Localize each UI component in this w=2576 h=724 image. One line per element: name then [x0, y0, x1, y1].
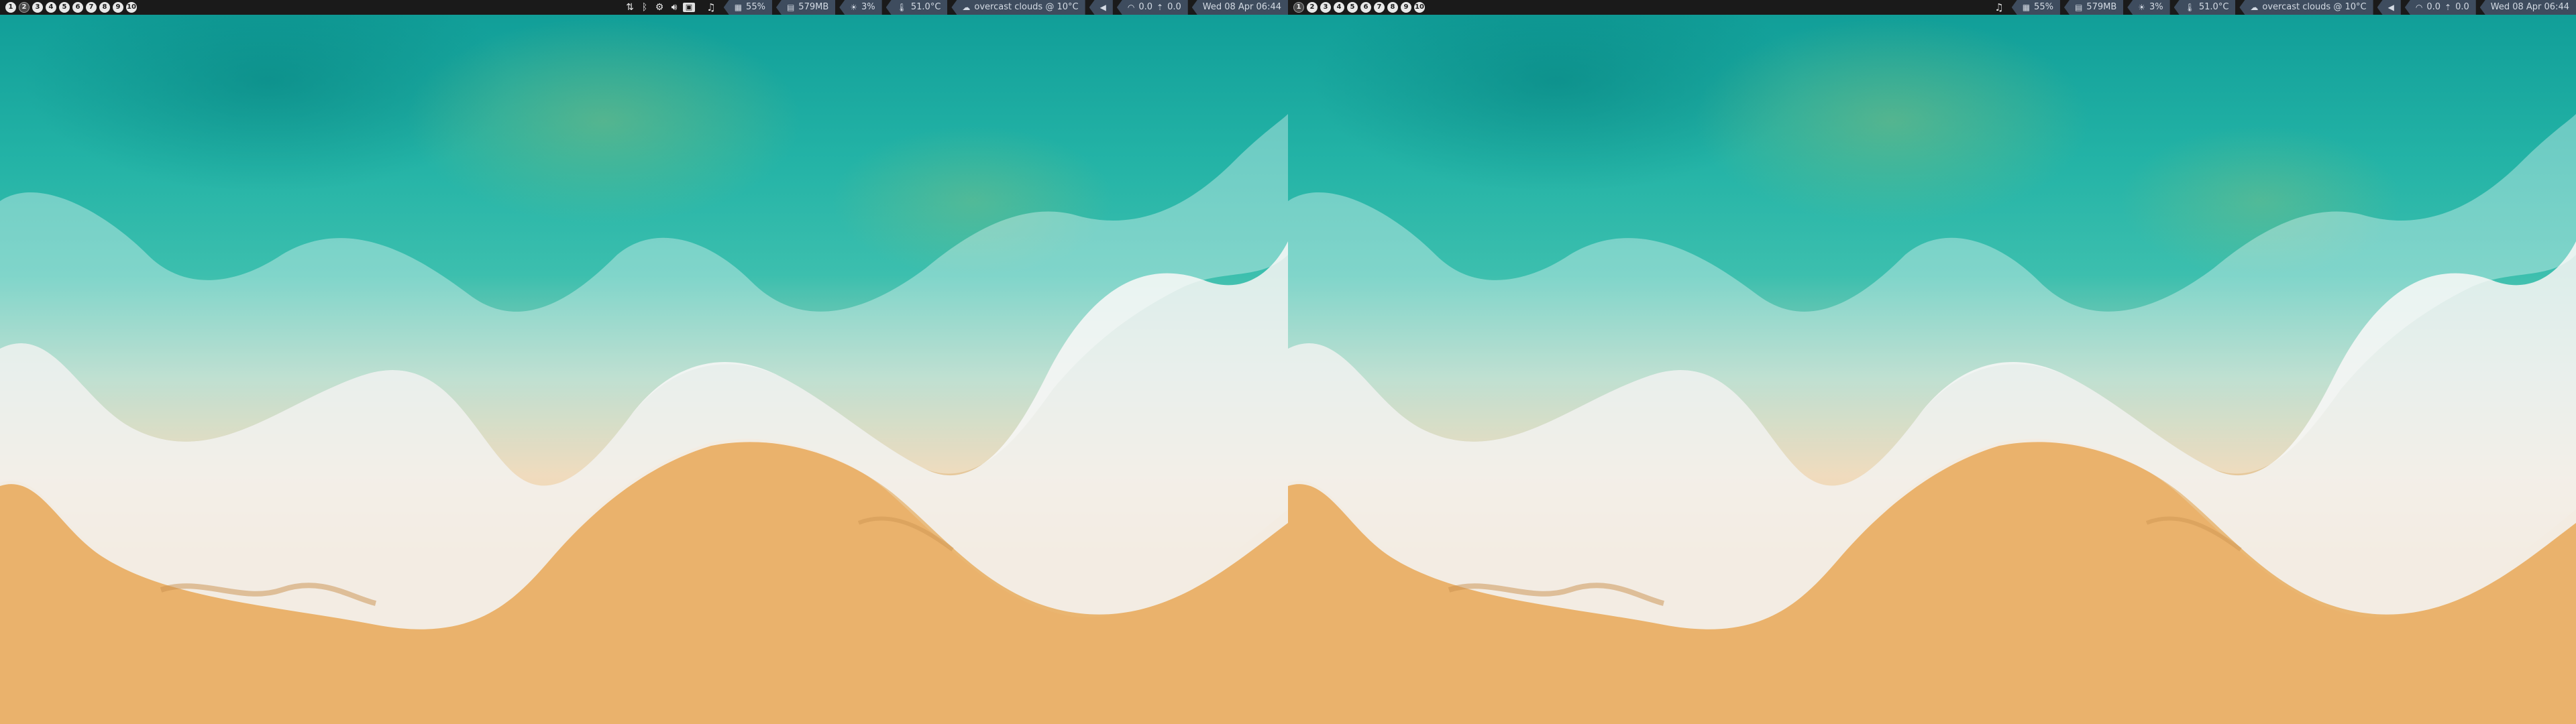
bluetooth-icon[interactable]: ᛒ	[639, 1, 651, 13]
workspace-button-3[interactable]: 3	[1320, 2, 1331, 13]
wifi-icon: ◠	[2415, 3, 2423, 12]
monitor-right: 1 2 3 4 5 6 7 8 9 10 ♫ ▦ 55% ▤ 579MB ☀ 3% 🌡︎ 51.0…	[1288, 0, 2576, 724]
desktop-wallpaper	[1288, 0, 2576, 724]
network-module[interactable]: ◠ 0.0 ⇡ 0.0	[2404, 0, 2476, 15]
volume-module[interactable]: ◀	[1089, 0, 1113, 15]
cpu-value: 55%	[746, 2, 765, 12]
network-up-value: 0.0	[1167, 2, 1181, 12]
brightness-module[interactable]: ☀ 3%	[2127, 0, 2170, 15]
network-up-value: 0.0	[2455, 2, 2469, 12]
workspace-button-5[interactable]: 5	[59, 2, 70, 13]
thermometer-icon: 🌡︎	[2184, 3, 2195, 12]
memory-value: 579MB	[798, 2, 829, 12]
workspace-button-1[interactable]: 1	[5, 2, 16, 13]
workspace-button-6[interactable]: 6	[1360, 2, 1371, 13]
workspace-button-8[interactable]: 8	[1387, 2, 1398, 13]
temperature-module[interactable]: 🌡︎ 51.0°C	[885, 0, 948, 15]
cpu-module[interactable]: ▦ 55%	[2011, 0, 2060, 15]
monitor-left: 1 2 3 4 5 6 7 8 9 10 ⇅ ᛒ ⚙ 🔊︎ ▣ ♫ ▦ 55% ▤ 579MB ☀…	[0, 0, 1288, 724]
memory-value: 579MB	[2086, 2, 2117, 12]
volume-icon: ◀	[1099, 3, 1106, 12]
network-down-value: 0.0	[1138, 2, 1152, 12]
temperature-module[interactable]: 🌡︎ 51.0°C	[2174, 0, 2236, 15]
workspace-button-10[interactable]: 10	[126, 2, 137, 13]
volume-icon[interactable]: 🔊︎	[668, 1, 680, 13]
workspace-button-4[interactable]: 4	[1334, 2, 1344, 13]
brightness-value: 3%	[2149, 2, 2163, 12]
temperature-value: 51.0°C	[910, 2, 941, 12]
network-transfer-icon[interactable]: ⇅	[624, 1, 636, 13]
thermometer-icon: 🌡︎	[896, 3, 907, 12]
workspace-button-7[interactable]: 7	[86, 2, 97, 13]
weather-value: overcast clouds @ 10°C	[2262, 2, 2367, 12]
brightness-icon: ☀	[2138, 3, 2146, 12]
volume-icon: ◀	[2387, 3, 2394, 12]
memory-icon: ▤	[2074, 3, 2083, 12]
top-panel: 1 2 3 4 5 6 7 8 9 10 ⇅ ᛒ ⚙ 🔊︎ ▣ ♫ ▦ 55% ▤ 579MB ☀…	[0, 0, 1288, 15]
clock-value: Wed 08 Apr 06:44	[1202, 2, 1281, 12]
upload-icon: ⇡	[2445, 3, 2452, 12]
status-modules: ♫ ▦ 55% ▤ 579MB ☀ 3% 🌡︎ 51.0°C ☁ overcas…	[1990, 0, 2576, 15]
workspace-switcher: 1 2 3 4 5 6 7 8 9 10	[5, 2, 137, 13]
temperature-value: 51.0°C	[2198, 2, 2229, 12]
brightness-icon: ☀	[850, 3, 858, 12]
memory-icon: ▤	[786, 3, 795, 12]
cloud-icon: ☁	[2250, 3, 2259, 12]
brightness-value: 3%	[861, 2, 875, 12]
workspace-button-9[interactable]: 9	[1401, 2, 1411, 13]
music-note-icon[interactable]: ♫	[702, 0, 719, 15]
window-icon[interactable]: ▣	[683, 3, 695, 12]
clock-module[interactable]: Wed 08 Apr 06:44	[2479, 0, 2576, 15]
system-tray: ⇅ ᛒ ⚙ 🔊︎ ▣	[624, 0, 695, 15]
workspace-button-5[interactable]: 5	[1347, 2, 1358, 13]
wave-foam-graphic	[0, 114, 1288, 724]
workspace-button-3[interactable]: 3	[32, 2, 43, 13]
workspace-switcher: 1 2 3 4 5 6 7 8 9 10	[1293, 2, 1425, 13]
upload-icon: ⇡	[1157, 3, 1164, 12]
weather-value: overcast clouds @ 10°C	[974, 2, 1079, 12]
cpu-module[interactable]: ▦ 55%	[723, 0, 772, 15]
top-panel: 1 2 3 4 5 6 7 8 9 10 ♫ ▦ 55% ▤ 579MB ☀ 3% 🌡︎ 51.0…	[1288, 0, 2576, 15]
workspace-button-9[interactable]: 9	[113, 2, 123, 13]
workspace-button-6[interactable]: 6	[72, 2, 83, 13]
cpu-icon: ▦	[734, 3, 743, 12]
clock-value: Wed 08 Apr 06:44	[2490, 2, 2569, 12]
memory-module[interactable]: ▤ 579MB	[775, 0, 836, 15]
workspace-button-8[interactable]: 8	[99, 2, 110, 13]
network-down-value: 0.0	[2426, 2, 2440, 12]
wifi-icon: ◠	[1127, 3, 1135, 12]
weather-module[interactable]: ☁ overcast clouds @ 10°C	[951, 0, 1085, 15]
cloud-icon: ☁	[962, 3, 971, 12]
cpu-icon: ▦	[2022, 3, 2031, 12]
gear-icon[interactable]: ⚙	[653, 1, 665, 13]
workspace-button-1[interactable]: 1	[1293, 2, 1304, 13]
workspace-button-10[interactable]: 10	[1414, 2, 1425, 13]
workspace-button-4[interactable]: 4	[46, 2, 56, 13]
workspace-button-2[interactable]: 2	[19, 2, 30, 13]
status-modules: ♫ ▦ 55% ▤ 579MB ☀ 3% 🌡︎ 51.0°C ☁ overcas…	[702, 0, 1288, 15]
memory-module[interactable]: ▤ 579MB	[2063, 0, 2124, 15]
cpu-value: 55%	[2034, 2, 2053, 12]
volume-module[interactable]: ◀	[2377, 0, 2401, 15]
wave-foam-graphic	[1288, 114, 2576, 724]
workspace-button-7[interactable]: 7	[1374, 2, 1385, 13]
workspace-button-2[interactable]: 2	[1307, 2, 1318, 13]
desktop-wallpaper	[0, 0, 1288, 724]
music-note-icon[interactable]: ♫	[1990, 0, 2007, 15]
brightness-module[interactable]: ☀ 3%	[839, 0, 882, 15]
clock-module[interactable]: Wed 08 Apr 06:44	[1191, 0, 1288, 15]
network-module[interactable]: ◠ 0.0 ⇡ 0.0	[1116, 0, 1188, 15]
weather-module[interactable]: ☁ overcast clouds @ 10°C	[2239, 0, 2373, 15]
